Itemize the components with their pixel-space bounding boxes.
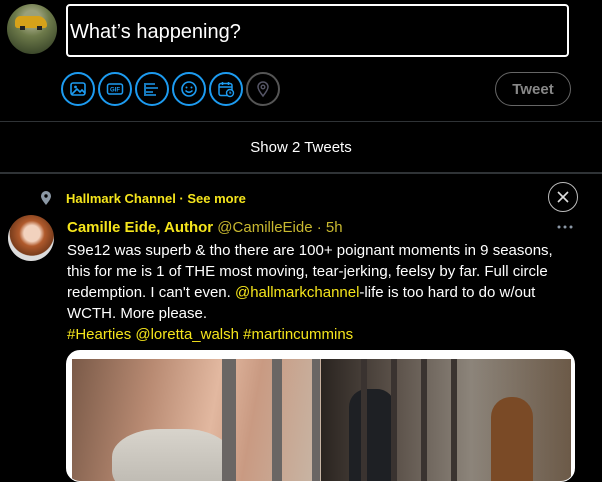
author-handle-time[interactable]: @CamilleEide · 5h xyxy=(213,219,342,236)
tweet-button[interactable]: Tweet xyxy=(495,72,571,106)
user-avatar[interactable] xyxy=(7,4,57,54)
svg-text:GIF: GIF xyxy=(110,88,120,94)
image-icon[interactable] xyxy=(61,72,95,106)
tweet-header: Camille Eide, Author @CamilleEide · 5h xyxy=(67,219,343,236)
author-name[interactable]: Camille Eide, Author xyxy=(67,219,213,236)
compose-input[interactable]: What’s happening? xyxy=(66,4,569,57)
close-icon xyxy=(557,191,569,203)
divider xyxy=(0,172,602,174)
topic-pin-icon xyxy=(41,191,51,205)
topic-context[interactable]: Hallmark Channel · See more xyxy=(40,188,246,208)
tweet-text: S9e12 was superb & tho there are 100+ po… xyxy=(67,240,577,345)
poll-icon[interactable] xyxy=(135,72,169,106)
tweet-media[interactable] xyxy=(66,350,575,482)
topic-label[interactable]: Hallmark Channel · See more xyxy=(66,191,246,206)
mention-link[interactable]: @hallmarkchannel xyxy=(235,284,359,301)
emoji-icon[interactable] xyxy=(172,72,206,106)
dismiss-topic-button[interactable] xyxy=(548,182,578,212)
gif-icon[interactable]: GIF xyxy=(98,72,132,106)
compose-toolbar: GIF xyxy=(61,72,280,106)
media-image-left[interactable] xyxy=(72,359,322,481)
show-new-tweets-button[interactable]: Show 2 Tweets xyxy=(0,122,602,172)
schedule-icon[interactable] xyxy=(209,72,243,106)
location-icon[interactable] xyxy=(246,72,280,106)
tweet-author-avatar[interactable] xyxy=(8,215,54,261)
more-options-icon[interactable] xyxy=(556,224,574,230)
hashtags[interactable]: #Hearties @loretta_walsh #martincummins xyxy=(67,324,577,345)
media-image-right[interactable] xyxy=(321,359,571,481)
